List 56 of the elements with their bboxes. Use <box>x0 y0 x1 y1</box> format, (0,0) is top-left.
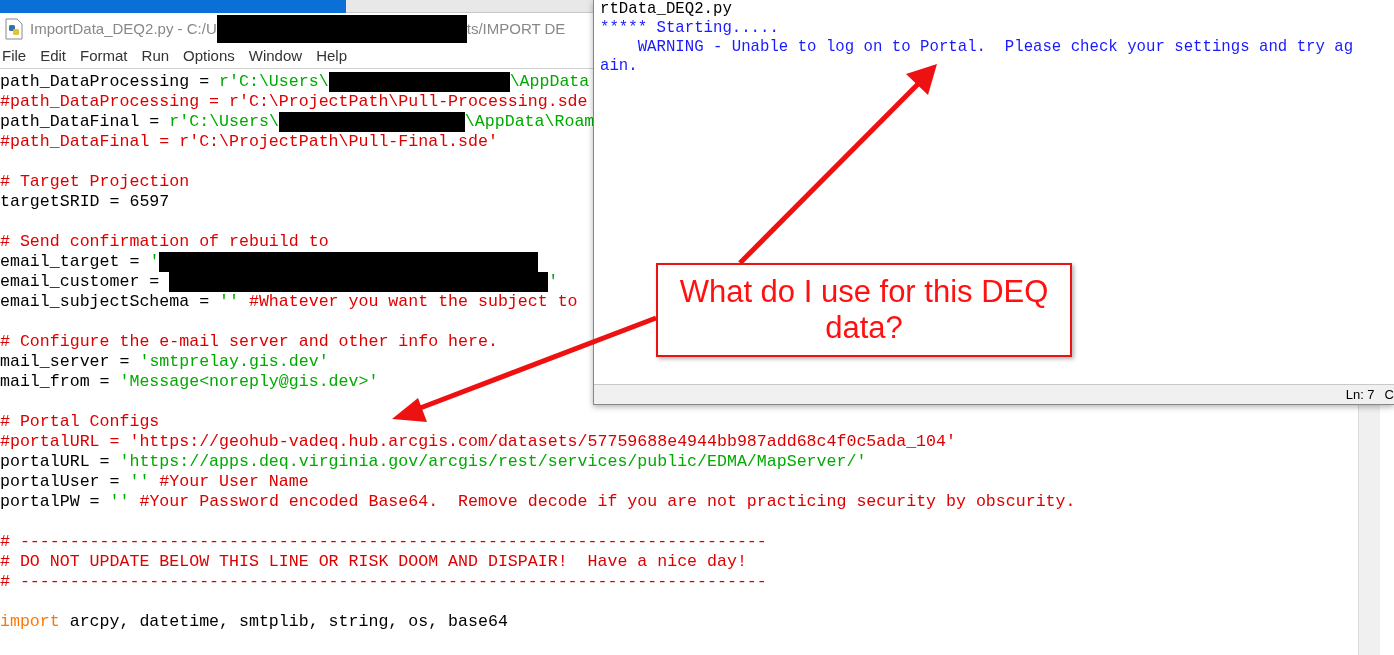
code-text: # Portal Configs <box>0 410 160 433</box>
shell-output-line: WARNING - Unable to log on to Portal. Please check your settings and try ag <box>636 38 1354 57</box>
code-text: 'Message<noreply@gis.dev>' <box>119 370 379 393</box>
code-text: '' <box>129 470 150 493</box>
code-text: '' <box>219 290 239 313</box>
code-text: ' <box>548 270 559 293</box>
code-text: 'https://apps.deq.virginia.gov/arcgis/rest/services/public/EDMA/MapServer/' <box>119 450 867 473</box>
shell-output-line: ain. <box>600 57 638 76</box>
code-text: #path_DataProcessing = r'C:\ProjectPath\Pull-Processing.sde <box>0 90 588 113</box>
code-text: ' <box>149 250 160 273</box>
python-file-icon <box>4 18 24 40</box>
code-text: #Your User Name <box>158 470 309 493</box>
shell-output-line: ***** Starting..... <box>600 19 779 38</box>
menu-item[interactable]: Options <box>181 45 237 68</box>
callout-text: What do I use for this DEQ data? <box>678 274 1050 346</box>
status-text: Ln: 7 <box>1345 385 1375 404</box>
code-text: #portalURL = 'https://geohub-vadeq.hub.arcgis.com/datasets/57759688e4944bb987add68c4f0c5ada_104' <box>0 430 956 453</box>
window-title: ImportData_DEQ2.py - C:/U <box>30 18 217 39</box>
code-text: #Whatever you want the subject to <box>247 290 578 313</box>
code-text: 'smtprelay.gis.dev' <box>139 350 329 373</box>
code-text: mail_server = <box>0 350 131 373</box>
code-text: \AppData <box>509 70 590 93</box>
code-text: path_DataFinal = <box>0 110 161 133</box>
code-text: portalURL = <box>0 450 111 473</box>
window-title: ts/IMPORT DE <box>466 18 566 39</box>
status-text: C <box>1384 385 1394 404</box>
code-text: #Your Password encoded Base64. Remove decode if you are not practicing security by obscurity. <box>138 490 1076 513</box>
code-text: email_target = <box>0 250 141 273</box>
menu-item[interactable]: Format <box>78 45 130 68</box>
code-text: email_customer = <box>0 270 161 293</box>
code-text: # DO NOT UPDATE BELOW THIS LINE OR RISK DOOM AND DISPAIR! Have a nice day! <box>0 550 747 573</box>
code-text: arcpy, datetime, smtplib, string, os, base64 <box>68 610 508 633</box>
code-text: # Send confirmation of rebuild to <box>0 230 329 253</box>
code-text: mail_from = <box>0 370 111 393</box>
menu-item[interactable]: Window <box>246 45 305 68</box>
code-text: portalPW = <box>0 490 101 513</box>
menu-item[interactable]: Help <box>314 45 349 68</box>
code-text: r'C:\Users\ <box>219 70 329 93</box>
code-text: # Configure the e-mail server and other info here. <box>0 330 498 353</box>
code-text: '' <box>109 490 130 513</box>
code-text: portalUser = <box>0 470 121 493</box>
code-text: \AppData\Roam <box>464 110 595 133</box>
code-text: email_subjectSchema = <box>0 290 211 313</box>
code-text: #path_DataFinal = r'C:\ProjectPath\Pull-Final.sde' <box>0 130 498 153</box>
code-text: # --------------------------------------------------------------------------- <box>0 530 767 553</box>
code-text: import <box>0 610 60 633</box>
menu-item[interactable]: Edit <box>38 45 69 68</box>
code-text: # --------------------------------------------------------------------------- <box>0 570 767 593</box>
code-text: targetSRID = 6597 <box>0 190 170 213</box>
code-text: path_DataProcessing = <box>0 70 211 93</box>
menu-item[interactable]: Run <box>139 45 172 68</box>
shell-output-line: rtData_DEQ2.py <box>600 0 732 19</box>
code-text: r'C:\Users\ <box>169 110 279 133</box>
scrollbar[interactable] <box>1358 405 1380 655</box>
code-text: # Target Projection <box>0 170 190 193</box>
menu-item[interactable]: File <box>0 45 29 68</box>
